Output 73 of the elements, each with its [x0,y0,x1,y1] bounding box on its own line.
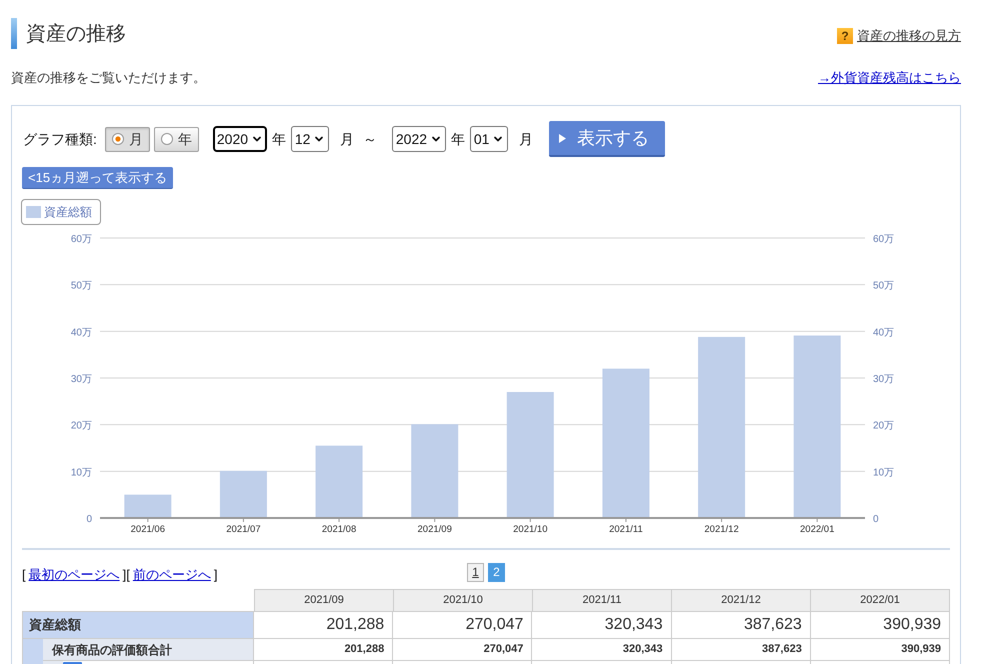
y-axis-label: 40万 [873,327,894,338]
month-unit-label: 月 [518,130,533,148]
page-number[interactable]: 1 [467,562,484,582]
bracket-text: ] [214,566,218,584]
x-axis-label: 2021/12 [704,524,739,535]
x-axis-label: 2021/10 [513,524,548,535]
y-axis-label: 60万 [873,234,894,245]
table-cell: 320,343 [532,611,672,639]
foreign-assets-link[interactable]: →外貨資産残高はこちら [818,68,961,88]
y-axis-label: 50万 [70,280,92,292]
question-mark-icon: ? [837,28,853,44]
y-axis-label: 10万 [70,467,92,478]
bracket-text: [ [22,566,26,584]
intro-text: 資産の推移をご覧いただけます。 [11,69,206,88]
page-link[interactable]: 前のページへ [130,565,214,584]
legend-label: 資産総額 [44,204,92,221]
range-separator: ～ [362,130,377,148]
y-axis-label: 40万 [70,327,92,338]
title-accent-bar [11,18,17,49]
show-button[interactable]: 表示する [548,121,665,157]
y-axis-label: 20万 [873,420,894,432]
bracket-text: ] [122,566,126,584]
row-label-cell: 保有商品の評価額合計 [43,639,254,661]
table-cell: 320,343 [532,639,672,661]
radio-button[interactable]: 年 [154,126,199,152]
bracket-text: [ [126,566,130,584]
go-back-15-months-button[interactable]: <15ヵ月遡って表示する [22,167,174,189]
y-axis-label: 50万 [873,280,894,292]
bar [124,494,172,518]
row-label-cell: 資産総額 [23,611,254,639]
x-axis-label: 2021/11 [609,524,643,535]
help-link[interactable]: 資産の推移の見方 [857,26,961,46]
year-unit-label: 年 [450,130,465,148]
dropdown-select[interactable]: 01 [470,126,508,152]
x-axis-label: 2021/07 [226,524,261,535]
page-link[interactable]: 最初のページへ [26,565,123,584]
radio-icon [160,133,173,145]
page-title: 資産の推移 [26,22,126,46]
table-cell: 201,288 [254,639,394,661]
column-header: 2021/11 [533,589,672,611]
table-cell: 390,939 [810,639,950,661]
radio-button[interactable]: 月 [104,126,150,152]
column-header: 2021/12 [672,589,811,611]
y-axis-label: 30万 [873,374,894,385]
table-cell: 387,623 [672,611,811,639]
table-cell: 201,288 [254,611,394,639]
table-cell: 387,623 [672,639,811,661]
dropdown-select[interactable]: 12 [290,126,329,152]
graph-type-label: グラフ種類: [23,130,97,148]
x-axis-label: 2021/09 [418,524,452,535]
column-header: 2021/09 [254,589,394,611]
column-header: 2022/01 [811,589,950,611]
x-axis-label: 2021/06 [130,524,165,535]
y-axis-label: 60万 [70,234,92,245]
indent-stripe [23,639,43,661]
dropdown-select[interactable]: 2020 [212,126,267,152]
radio-icon [112,133,124,145]
y-axis-label: 0 [86,514,92,525]
table-cell: 390,939 [810,611,950,639]
y-axis-label: 30万 [70,374,92,385]
play-triangle-icon [558,134,566,142]
column-header: 2021/10 [394,589,533,611]
bar [220,470,267,518]
table-cell: 270,047 [393,611,532,639]
dropdown-select[interactable]: 2022 [392,126,446,152]
y-axis-label: 0 [873,514,879,525]
x-axis-label: 2022/01 [800,524,834,535]
y-axis-label: 10万 [873,467,894,478]
month-unit-label: 月 [340,130,354,148]
table-cell: 270,047 [393,639,532,661]
x-axis-label: 2021/08 [322,524,356,535]
y-axis-label: 20万 [70,420,92,432]
year-unit-label: 年 [272,130,286,148]
